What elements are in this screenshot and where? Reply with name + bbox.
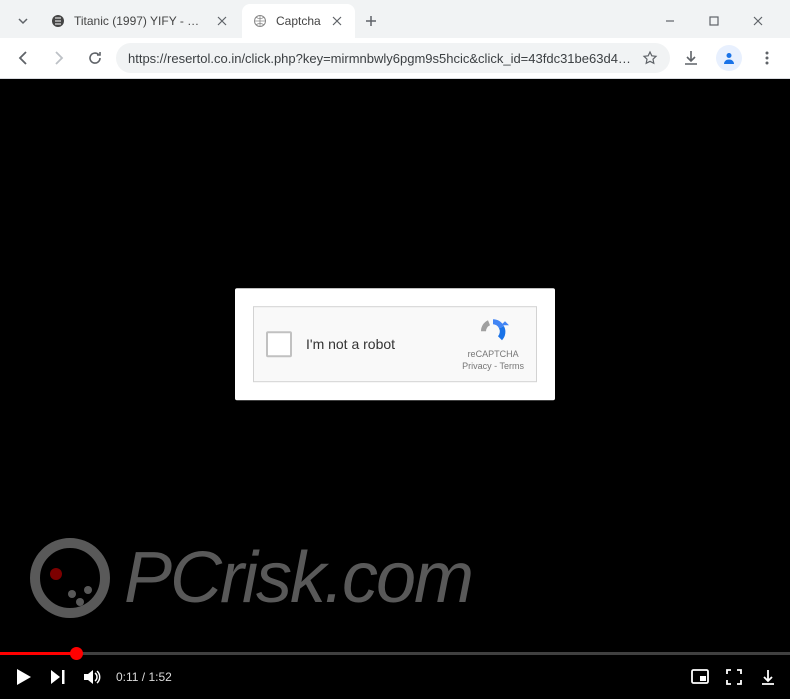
forward-button[interactable] (44, 43, 74, 73)
tab-titanic[interactable]: Titanic (1997) YIFY - Download (40, 4, 240, 38)
recaptcha-branding: reCAPTCHA Privacy - Terms (462, 316, 524, 373)
menu-kebab-icon[interactable] (752, 43, 782, 73)
maximize-button[interactable] (696, 7, 732, 35)
back-button[interactable] (8, 43, 38, 73)
video-player-controls: 0:11 / 1:52 (0, 655, 790, 699)
close-window-button[interactable] (740, 7, 776, 35)
recaptcha-logo-icon (475, 316, 511, 348)
tab-strip: Titanic (1997) YIFY - Download Captcha (0, 0, 790, 38)
tab-search-dropdown[interactable] (8, 6, 38, 36)
tab-title: Captcha (276, 14, 321, 28)
window-controls (652, 7, 782, 35)
tab-title: Titanic (1997) YIFY - Download (74, 14, 206, 28)
watermark-text: PCrisk.com (124, 537, 472, 619)
download-button[interactable] (758, 667, 778, 687)
volume-button[interactable] (82, 667, 102, 687)
pip-button[interactable] (690, 667, 710, 687)
browser-chrome: Titanic (1997) YIFY - Download Captcha (0, 0, 790, 79)
recaptcha-legal-text[interactable]: Privacy - Terms (462, 361, 524, 373)
recaptcha-label: I'm not a robot (306, 336, 462, 352)
play-button[interactable] (12, 666, 34, 688)
url-text: https://resertol.co.in/click.php?key=mir… (128, 51, 634, 66)
favicon-yify (50, 13, 66, 29)
profile-avatar[interactable] (716, 45, 742, 71)
reload-button[interactable] (80, 43, 110, 73)
captcha-card: I'm not a robot reCAPTCHA Privacy - Term… (235, 288, 555, 400)
downloads-icon[interactable] (676, 43, 706, 73)
watermark: PCrisk.com (30, 537, 472, 619)
favicon-globe-icon (252, 13, 268, 29)
bookmark-star-icon[interactable] (642, 50, 658, 66)
address-bar[interactable]: https://resertol.co.in/click.php?key=mir… (116, 43, 670, 73)
tab-close-icon[interactable] (329, 13, 345, 29)
tab-captcha[interactable]: Captcha (242, 4, 355, 38)
tab-close-icon[interactable] (214, 13, 230, 29)
next-button[interactable] (48, 667, 68, 687)
new-tab-button[interactable] (357, 7, 385, 35)
recaptcha-brand-text: reCAPTCHA (462, 350, 524, 362)
page-content: I'm not a robot reCAPTCHA Privacy - Term… (0, 79, 790, 699)
watermark-logo-icon (30, 538, 110, 618)
recaptcha-widget: I'm not a robot reCAPTCHA Privacy - Term… (253, 306, 537, 382)
time-display: 0:11 / 1:52 (116, 670, 172, 684)
fullscreen-button[interactable] (724, 667, 744, 687)
minimize-button[interactable] (652, 7, 688, 35)
recaptcha-checkbox[interactable] (266, 331, 292, 357)
toolbar: https://resertol.co.in/click.php?key=mir… (0, 38, 790, 78)
